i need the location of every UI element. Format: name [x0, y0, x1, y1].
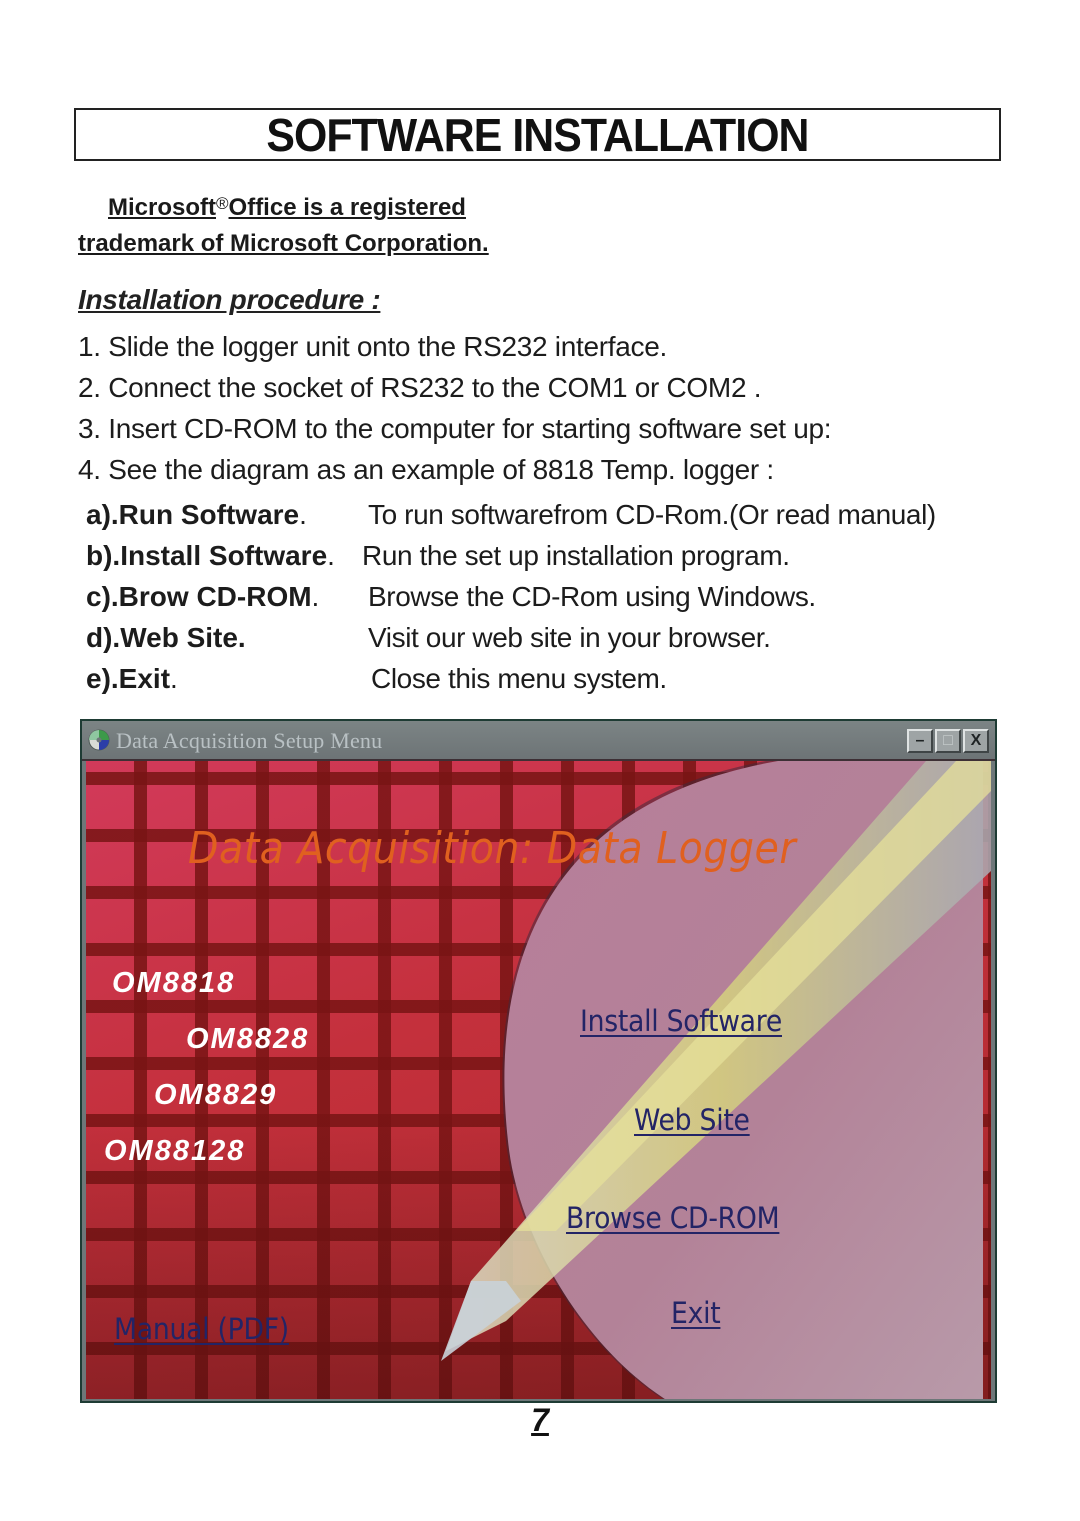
close-icon: X — [970, 732, 982, 749]
maximize-button[interactable]: □ — [935, 729, 961, 753]
pencil-tip — [441, 1281, 521, 1361]
window-controls: – □ X — [907, 729, 989, 753]
model-item-om8818[interactable]: OM8818 — [112, 967, 235, 1000]
trademark-text: Microsoft — [108, 194, 216, 221]
option-key: c).Brow CD-ROM. — [86, 576, 319, 617]
minimize-icon: – — [915, 732, 925, 749]
trademark-text: Office is a registered — [228, 194, 466, 221]
option-key-text: d).Web Site. — [86, 622, 246, 653]
option-key-text: c).Brow CD-ROM — [86, 581, 312, 612]
trademark-line-1: Microsoft®Office is a registered — [78, 190, 489, 226]
model-item-om8829[interactable]: OM8829 — [154, 1079, 277, 1112]
procedure-step: 1. Slide the logger unit onto the RS232 … — [78, 331, 667, 362]
window-client-area: Data Acquisition: Data Logger OM8818 OM8… — [86, 761, 991, 1399]
registered-symbol: ® — [216, 194, 229, 213]
manual-pdf-link[interactable]: Manual (PDF) — [114, 1312, 289, 1346]
window-titlebar[interactable]: Data Acquisition Setup Menu – □ X — [82, 721, 995, 761]
web-site-link[interactable]: Web Site — [634, 1103, 750, 1137]
option-key: d).Web Site. — [86, 617, 246, 658]
option-desc: Run the set up installation program. — [362, 540, 790, 571]
window-title: Data Acquisition Setup Menu — [116, 728, 383, 753]
trademark-notice: Microsoft®Office is a registered tradema… — [78, 190, 489, 262]
page-number: 7 — [531, 1402, 549, 1438]
option-desc: Close this menu system. — [371, 663, 667, 694]
option-key-dot: . — [170, 663, 178, 694]
close-button[interactable]: X — [963, 729, 989, 753]
app-heading: Data Acquisition: Data Logger — [188, 823, 797, 874]
maximize-icon: □ — [943, 732, 953, 749]
option-key-dot: . — [311, 581, 320, 612]
option-key-dot: . — [299, 499, 307, 530]
install-software-link[interactable]: Install Software — [580, 1004, 782, 1038]
procedure-step: 4. See the diagram as an example of 8818… — [78, 454, 774, 485]
option-key: b).Install Software. — [86, 535, 335, 576]
option-desc: Browse the CD-Rom using Windows. — [368, 581, 816, 612]
procedure-step: 3. Insert CD-ROM to the computer for sta… — [78, 413, 832, 444]
browse-cdrom-link[interactable]: Browse CD-ROM — [566, 1201, 780, 1235]
procedure-heading: Installation procedure : — [78, 284, 381, 315]
trademark-line-2: trademark of Microsoft Corporation. — [78, 230, 489, 257]
exit-link[interactable]: Exit — [671, 1296, 721, 1330]
model-item-om8828[interactable]: OM8828 — [186, 1023, 309, 1056]
option-desc: To run softwarefrom CD-Rom.(Or read manu… — [368, 499, 936, 530]
minimize-button[interactable]: – — [907, 729, 933, 753]
page-title: SOFTWARE INSTALLATION — [266, 108, 809, 161]
page-title-box: SOFTWARE INSTALLATION — [74, 108, 1001, 161]
procedure-steps: 1. Slide the logger unit onto the RS232 … — [78, 326, 832, 490]
option-desc: Visit our web site in your browser. — [368, 622, 771, 653]
option-key: e).Exit. — [86, 658, 178, 699]
setup-menu-window: Data Acquisition Setup Menu – □ X Data A… — [80, 719, 997, 1403]
model-item-om88128[interactable]: OM88128 — [104, 1135, 245, 1168]
option-key-text: b).Install Software — [86, 540, 328, 571]
option-key-dot: . — [327, 540, 335, 571]
option-key-text: e).Exit — [86, 663, 171, 694]
procedure-step: 2. Connect the socket of RS232 to the CO… — [78, 372, 762, 403]
cd-globe-icon — [88, 729, 110, 751]
option-key-text: a).Run Software — [86, 499, 300, 530]
option-key: a).Run Software. — [86, 494, 307, 535]
